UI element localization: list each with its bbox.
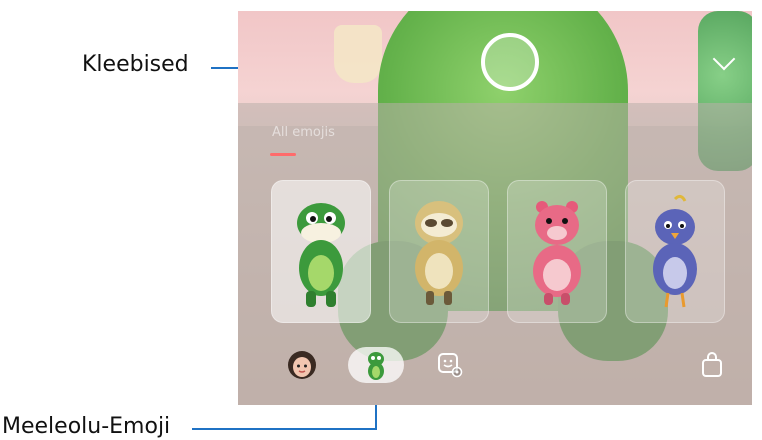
avatar-icon [288,351,316,379]
my-emoji-button[interactable] [286,349,318,381]
callout-mood-emoji-line [192,428,377,430]
sticker-card-dinosaur[interactable] [271,180,371,323]
sticker-settings-icon [438,353,463,378]
dinosaur-icon [368,352,384,380]
shopping-bag-button[interactable] [696,349,728,381]
sticker-card-sloth[interactable] [389,180,489,323]
sticker-settings-button[interactable] [434,349,466,381]
emoji-stickers-icon-holder [360,349,392,381]
blue-bird-sticker-icon [653,194,697,308]
camera-screen: All emojis [238,11,752,405]
record-button[interactable] [481,33,539,91]
lamp [334,25,382,83]
tab-all-emojis[interactable]: All emojis [272,125,335,140]
sticker-card-pink-bear[interactable] [507,180,607,323]
dinosaur-sticker-icon [297,203,345,307]
sticker-card-blue-bird[interactable] [625,180,725,323]
sloth-sticker-icon [415,201,463,305]
pink-bear-sticker-icon [533,201,581,305]
callout-stickers-label: Kleebised [82,52,189,77]
callout-mood-emoji-label: Meeleolu-Emoji [2,414,171,439]
tab-indicator [270,153,296,156]
shopping-bag-icon [702,352,722,377]
